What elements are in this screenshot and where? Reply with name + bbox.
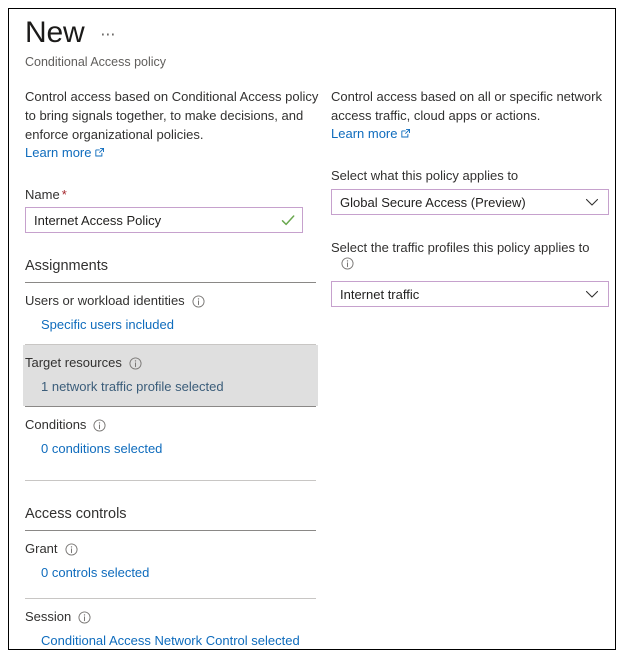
right-learn-more-row: Learn more xyxy=(331,125,615,143)
row-label-target-resources: Target resources xyxy=(25,354,318,372)
row-label-session: Session xyxy=(25,608,325,626)
row-value-target-resources[interactable]: 1 network traffic profile selected xyxy=(25,372,318,404)
page-title: New xyxy=(25,16,85,49)
traffic-profiles-dropdown[interactable]: Internet traffic xyxy=(331,281,609,307)
traffic-profiles-value: Internet traffic xyxy=(340,286,420,302)
applies-to-value: Global Secure Access (Preview) xyxy=(340,194,526,210)
row-label-session-text: Session xyxy=(25,609,72,624)
traffic-profiles-label: Select the traffic profiles this policy … xyxy=(331,239,615,273)
row-value-conditions[interactable]: 0 conditions selected xyxy=(25,434,325,466)
name-field-label: Name * xyxy=(25,186,325,203)
external-link-icon xyxy=(94,146,105,157)
policy-blade: New ⋯ Conditional Access policy Control … xyxy=(8,8,616,650)
row-label-grant-text: Grant xyxy=(25,541,58,556)
info-icon[interactable] xyxy=(78,610,91,624)
external-link-icon xyxy=(400,127,411,138)
name-label-text: Name xyxy=(25,187,60,202)
page-subtitle: Conditional Access policy xyxy=(25,55,167,69)
right-description: Control access based on all or specific … xyxy=(331,89,602,123)
info-icon[interactable] xyxy=(129,356,142,370)
right-learn-more-label: Learn more xyxy=(331,126,398,141)
row-label-conditions: Conditions xyxy=(25,416,325,434)
row-value-grant[interactable]: 0 controls selected xyxy=(25,558,325,590)
overflow-menu-button[interactable]: ⋯ xyxy=(100,27,116,42)
name-input[interactable]: Internet Access Policy xyxy=(26,213,278,228)
name-input-wrapper[interactable]: Internet Access Policy xyxy=(25,207,303,233)
blade-header: New ⋯ Conditional Access policy xyxy=(25,15,605,70)
row-label-grant: Grant xyxy=(25,540,325,558)
access-controls-section-title: Access controls xyxy=(25,506,127,522)
chevron-down-icon xyxy=(583,193,601,211)
info-icon[interactable] xyxy=(93,418,106,432)
blade-columns: Control access based on Conditional Acce… xyxy=(9,87,615,649)
info-icon[interactable] xyxy=(341,257,354,273)
left-description: Control access based on Conditional Acce… xyxy=(25,89,319,142)
left-learn-more-label: Learn more xyxy=(25,145,92,160)
row-label-users: Users or workload identities xyxy=(25,292,325,310)
row-users-or-workload-identities[interactable]: Users or workload identities Specific us… xyxy=(25,283,325,344)
chevron-down-icon xyxy=(583,285,601,303)
applies-to-dropdown[interactable]: Global Secure Access (Preview) xyxy=(331,189,609,215)
row-label-target-resources-text: Target resources xyxy=(25,355,122,370)
row-conditions[interactable]: Conditions 0 conditions selected xyxy=(25,407,325,468)
left-learn-more-row: Learn more xyxy=(25,144,325,162)
right-learn-more-link[interactable]: Learn more xyxy=(331,126,411,141)
row-label-conditions-text: Conditions xyxy=(25,417,87,432)
traffic-profiles-label-text: Select the traffic profiles this policy … xyxy=(331,240,590,255)
left-column: Control access based on Conditional Acce… xyxy=(23,87,325,649)
info-icon[interactable] xyxy=(64,542,78,556)
right-column: Control access based on all or specific … xyxy=(331,87,615,307)
info-icon[interactable] xyxy=(192,294,205,308)
assignments-section-title: Assignments xyxy=(25,258,109,274)
row-value-session[interactable]: Conditional Access Network Control selec… xyxy=(25,626,325,649)
row-target-resources[interactable]: Target resources 1 network traffic profi… xyxy=(23,345,318,406)
left-learn-more-link[interactable]: Learn more xyxy=(25,145,105,160)
title-row: New ⋯ xyxy=(25,15,605,51)
applies-to-label: Select what this policy applies to xyxy=(331,168,519,183)
required-asterisk: * xyxy=(61,187,67,202)
row-session[interactable]: Session Conditional Access Network Contr… xyxy=(25,599,325,649)
checkmark-icon xyxy=(278,210,298,230)
row-label-users-text: Users or workload identities xyxy=(25,293,185,308)
row-value-users[interactable]: Specific users included xyxy=(25,310,325,342)
row-grant[interactable]: Grant 0 controls selected xyxy=(25,531,325,592)
